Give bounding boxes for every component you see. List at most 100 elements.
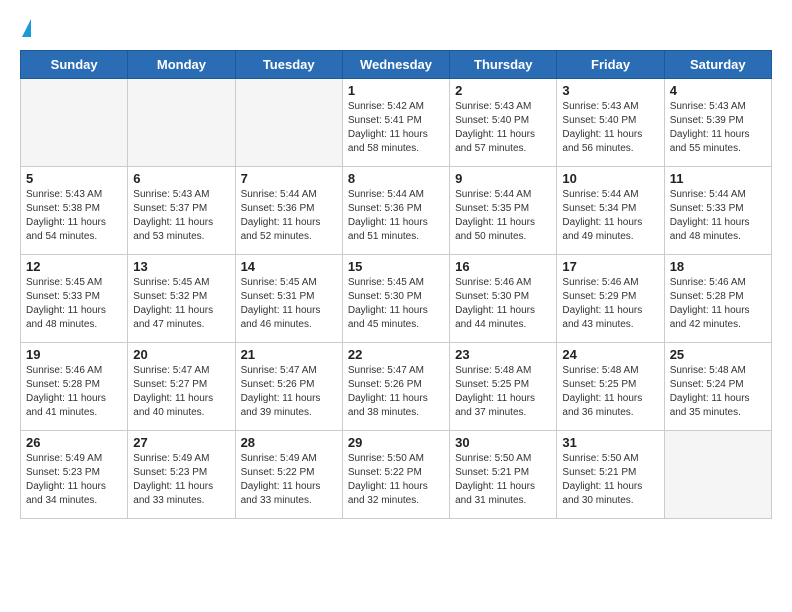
calendar-cell [664, 431, 771, 519]
cell-sun-info: Sunrise: 5:46 AM Sunset: 5:28 PM Dayligh… [26, 364, 122, 420]
calendar-cell: 30Sunrise: 5:50 AM Sunset: 5:21 PM Dayli… [450, 431, 557, 519]
day-number: 20 [133, 347, 229, 362]
day-number: 22 [348, 347, 444, 362]
weekday-wednesday: Wednesday [342, 51, 449, 79]
cell-sun-info: Sunrise: 5:50 AM Sunset: 5:21 PM Dayligh… [562, 452, 658, 508]
cell-sun-info: Sunrise: 5:44 AM Sunset: 5:33 PM Dayligh… [670, 188, 766, 244]
logo-triangle-icon [22, 19, 31, 37]
day-number: 10 [562, 171, 658, 186]
day-number: 31 [562, 435, 658, 450]
calendar-cell: 19 Sunrise: 5:46 AM Sunset: 5:28 PM Dayli… [21, 343, 128, 431]
calendar-cell: 9 Sunrise: 5:44 AM Sunset: 5:35 PM Daylig… [450, 167, 557, 255]
week-row-1: 5 Sunrise: 5:43 AM Sunset: 5:38 PM Daylig… [21, 167, 772, 255]
weekday-monday: Monday [128, 51, 235, 79]
calendar-cell: 1 Sunrise: 5:42 AM Sunset: 5:41 PM Daylig… [342, 79, 449, 167]
calendar-cell [21, 79, 128, 167]
weekday-thursday: Thursday [450, 51, 557, 79]
day-number: 3 [562, 83, 658, 98]
cell-sun-info: Sunrise: 5:46 AM Sunset: 5:28 PM Dayligh… [670, 276, 766, 332]
day-number: 26 [26, 435, 122, 450]
calendar-cell: 23 Sunrise: 5:48 AM Sunset: 5:25 PM Dayli… [450, 343, 557, 431]
cell-sun-info: Sunrise: 5:42 AM Sunset: 5:41 PM Dayligh… [348, 100, 444, 156]
calendar-cell: 27 Sunrise: 5:49 AM Sunset: 5:23 PM Dayli… [128, 431, 235, 519]
day-number: 8 [348, 171, 444, 186]
cell-sun-info: Sunrise: 5:47 AM Sunset: 5:26 PM Dayligh… [348, 364, 444, 420]
day-number: 19 [26, 347, 122, 362]
cell-sun-info: Sunrise: 5:47 AM Sunset: 5:27 PM Dayligh… [133, 364, 229, 420]
cell-sun-info: Sunrise: 5:50 AM Sunset: 5:22 PM Dayligh… [348, 452, 444, 508]
day-number: 13 [133, 259, 229, 274]
day-number: 16 [455, 259, 551, 274]
calendar-cell: 3 Sunrise: 5:43 AM Sunset: 5:40 PM Daylig… [557, 79, 664, 167]
cell-sun-info: Sunrise: 5:43 AM Sunset: 5:39 PM Dayligh… [670, 100, 766, 156]
calendar-cell: 10 Sunrise: 5:44 AM Sunset: 5:34 PM Dayli… [557, 167, 664, 255]
day-number: 21 [241, 347, 337, 362]
week-row-3: 19 Sunrise: 5:46 AM Sunset: 5:28 PM Dayli… [21, 343, 772, 431]
cell-sun-info: Sunrise: 5:46 AM Sunset: 5:29 PM Dayligh… [562, 276, 658, 332]
weekday-saturday: Saturday [664, 51, 771, 79]
day-number: 1 [348, 83, 444, 98]
week-row-2: 12 Sunrise: 5:45 AM Sunset: 5:33 PM Dayli… [21, 255, 772, 343]
calendar-cell: 5 Sunrise: 5:43 AM Sunset: 5:38 PM Daylig… [21, 167, 128, 255]
day-number: 15 [348, 259, 444, 274]
calendar-cell: 2Sunrise: 5:43 AM Sunset: 5:40 PM Daylig… [450, 79, 557, 167]
week-row-4: 26 Sunrise: 5:49 AM Sunset: 5:23 PM Dayli… [21, 431, 772, 519]
weekday-sunday: Sunday [21, 51, 128, 79]
day-number: 11 [670, 171, 766, 186]
day-number: 2 [455, 83, 551, 98]
calendar-cell: 21 Sunrise: 5:47 AM Sunset: 5:26 PM Dayli… [235, 343, 342, 431]
day-number: 30 [455, 435, 551, 450]
calendar-cell: 18Sunrise: 5:46 AM Sunset: 5:28 PM Dayli… [664, 255, 771, 343]
cell-sun-info: Sunrise: 5:44 AM Sunset: 5:35 PM Dayligh… [455, 188, 551, 244]
calendar-cell: 24Sunrise: 5:48 AM Sunset: 5:25 PM Dayli… [557, 343, 664, 431]
calendar-cell: 17 Sunrise: 5:46 AM Sunset: 5:29 PM Dayli… [557, 255, 664, 343]
cell-sun-info: Sunrise: 5:49 AM Sunset: 5:22 PM Dayligh… [241, 452, 337, 508]
day-number: 24 [562, 347, 658, 362]
day-number: 7 [241, 171, 337, 186]
cell-sun-info: Sunrise: 5:45 AM Sunset: 5:31 PM Dayligh… [241, 276, 337, 332]
calendar-cell: 31 Sunrise: 5:50 AM Sunset: 5:21 PM Dayli… [557, 431, 664, 519]
cell-sun-info: Sunrise: 5:49 AM Sunset: 5:23 PM Dayligh… [26, 452, 122, 508]
calendar-cell: 13 Sunrise: 5:45 AM Sunset: 5:32 PM Dayli… [128, 255, 235, 343]
calendar-cell: 6 Sunrise: 5:43 AM Sunset: 5:37 PM Daylig… [128, 167, 235, 255]
calendar-cell: 4 Sunrise: 5:43 AM Sunset: 5:39 PM Daylig… [664, 79, 771, 167]
cell-sun-info: Sunrise: 5:43 AM Sunset: 5:37 PM Dayligh… [133, 188, 229, 244]
day-number: 6 [133, 171, 229, 186]
weekday-header: SundayMondayTuesdayWednesdayThursdayFrid… [21, 51, 772, 79]
weekday-friday: Friday [557, 51, 664, 79]
calendar-cell: 11 Sunrise: 5:44 AM Sunset: 5:33 PM Dayli… [664, 167, 771, 255]
week-row-0: 1 Sunrise: 5:42 AM Sunset: 5:41 PM Daylig… [21, 79, 772, 167]
day-number: 23 [455, 347, 551, 362]
calendar-cell: 7 Sunrise: 5:44 AM Sunset: 5:36 PM Daylig… [235, 167, 342, 255]
day-number: 12 [26, 259, 122, 274]
cell-sun-info: Sunrise: 5:46 AM Sunset: 5:30 PM Dayligh… [455, 276, 551, 332]
cell-sun-info: Sunrise: 5:45 AM Sunset: 5:33 PM Dayligh… [26, 276, 122, 332]
cell-sun-info: Sunrise: 5:47 AM Sunset: 5:26 PM Dayligh… [241, 364, 337, 420]
calendar-body: 1 Sunrise: 5:42 AM Sunset: 5:41 PM Daylig… [21, 79, 772, 519]
day-number: 17 [562, 259, 658, 274]
cell-sun-info: Sunrise: 5:43 AM Sunset: 5:38 PM Dayligh… [26, 188, 122, 244]
cell-sun-info: Sunrise: 5:43 AM Sunset: 5:40 PM Dayligh… [562, 100, 658, 156]
cell-sun-info: Sunrise: 5:44 AM Sunset: 5:34 PM Dayligh… [562, 188, 658, 244]
cell-sun-info: Sunrise: 5:45 AM Sunset: 5:30 PM Dayligh… [348, 276, 444, 332]
cell-sun-info: Sunrise: 5:45 AM Sunset: 5:32 PM Dayligh… [133, 276, 229, 332]
day-number: 14 [241, 259, 337, 274]
day-number: 5 [26, 171, 122, 186]
day-number: 4 [670, 83, 766, 98]
cell-sun-info: Sunrise: 5:49 AM Sunset: 5:23 PM Dayligh… [133, 452, 229, 508]
cell-sun-info: Sunrise: 5:48 AM Sunset: 5:25 PM Dayligh… [455, 364, 551, 420]
day-number: 28 [241, 435, 337, 450]
calendar-cell: 15 Sunrise: 5:45 AM Sunset: 5:30 PM Dayli… [342, 255, 449, 343]
day-number: 27 [133, 435, 229, 450]
calendar-cell [235, 79, 342, 167]
calendar-cell: 14 Sunrise: 5:45 AM Sunset: 5:31 PM Dayli… [235, 255, 342, 343]
day-number: 9 [455, 171, 551, 186]
calendar-cell: 26 Sunrise: 5:49 AM Sunset: 5:23 PM Dayli… [21, 431, 128, 519]
calendar-cell [128, 79, 235, 167]
day-number: 29 [348, 435, 444, 450]
calendar-cell: 12 Sunrise: 5:45 AM Sunset: 5:33 PM Dayli… [21, 255, 128, 343]
cell-sun-info: Sunrise: 5:44 AM Sunset: 5:36 PM Dayligh… [348, 188, 444, 244]
logo [20, 20, 31, 40]
calendar-table: SundayMondayTuesdayWednesdayThursdayFrid… [20, 50, 772, 519]
cell-sun-info: Sunrise: 5:44 AM Sunset: 5:36 PM Dayligh… [241, 188, 337, 244]
